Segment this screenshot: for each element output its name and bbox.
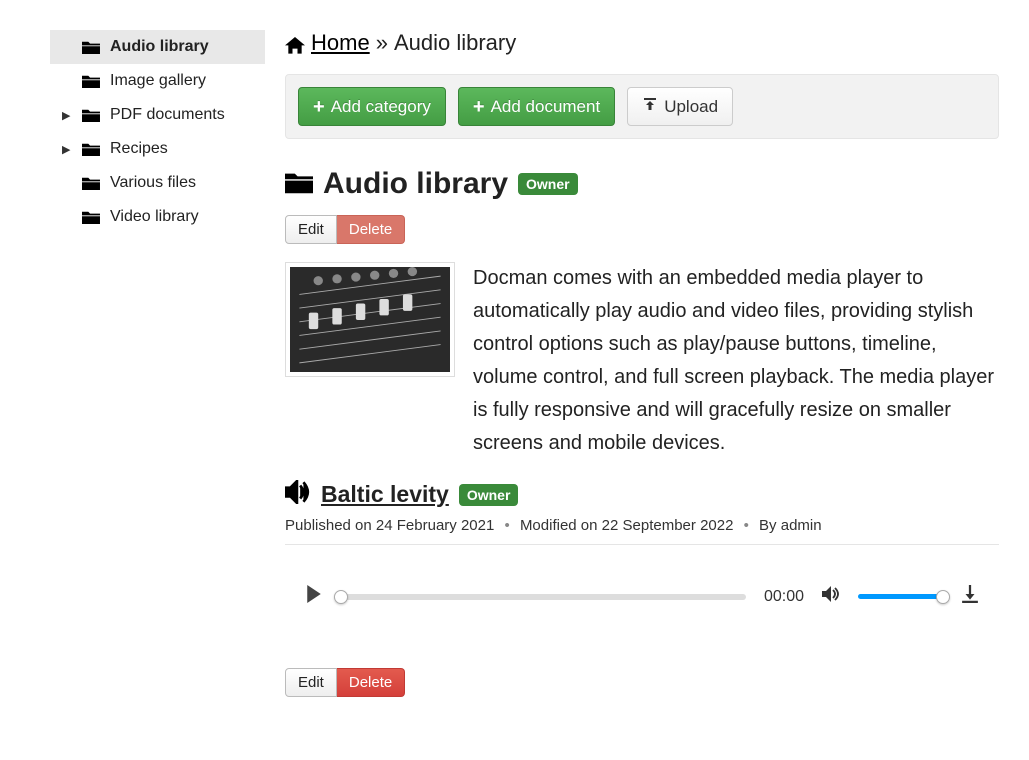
volume-icon[interactable] (822, 585, 840, 608)
meta-separator: • (744, 517, 749, 534)
folder-icon (82, 74, 100, 88)
add-document-button[interactable]: + Add document (458, 87, 615, 126)
sidebar-item-label: PDF documents (110, 106, 225, 124)
document-title-row: Baltic levity Owner (285, 480, 999, 509)
seek-thumb[interactable] (334, 590, 348, 604)
delete-document-button[interactable]: Delete (337, 668, 405, 697)
breadcrumb-separator: » (376, 30, 388, 56)
sidebar-item-label: Various files (110, 174, 196, 192)
document-title-link[interactable]: Baltic levity (321, 481, 449, 508)
home-icon (285, 34, 305, 52)
modified-label: Modified on (520, 517, 598, 534)
folder-icon (82, 108, 100, 122)
caret-icon[interactable]: ▶ (62, 109, 72, 122)
category-actions: Edit Delete (285, 215, 405, 244)
add-category-button[interactable]: + Add category (298, 87, 446, 126)
sidebar: ▶ Audio library ▶ Image gallery ▶ PDF do… (50, 30, 265, 715)
breadcrumb-home-link[interactable]: Home (311, 30, 370, 56)
caret-icon[interactable]: ▶ (62, 143, 72, 156)
folder-icon (285, 170, 313, 199)
folder-icon (82, 40, 100, 54)
folder-icon (82, 176, 100, 190)
page-title: Audio library (323, 167, 508, 201)
sidebar-item-image-gallery[interactable]: ▶ Image gallery (50, 64, 265, 98)
document-actions: Edit Delete (285, 668, 405, 697)
sidebar-item-audio-library[interactable]: ▶ Audio library (50, 30, 265, 64)
plus-icon: + (473, 97, 485, 117)
plus-icon: + (313, 97, 325, 117)
author: admin (781, 517, 822, 534)
breadcrumb-current: Audio library (394, 30, 516, 56)
modified-date: 22 September 2022 (602, 517, 734, 534)
owner-badge: Owner (518, 173, 578, 195)
seek-slider[interactable] (341, 594, 746, 600)
audio-player: 00:00 (285, 575, 999, 618)
category-description: Docman comes with an embedded media play… (473, 262, 999, 460)
sidebar-item-label: Video library (110, 208, 199, 226)
toolbar: + Add category + Add document Upload (285, 74, 999, 139)
delete-category-button[interactable]: Delete (337, 215, 405, 244)
volume-slider[interactable] (858, 594, 943, 599)
published-date: 24 February 2021 (376, 517, 494, 534)
main-content: Home » Audio library + Add category + Ad… (285, 30, 999, 715)
volume-thumb[interactable] (936, 590, 950, 604)
category-thumbnail (285, 262, 455, 377)
sidebar-item-label: Recipes (110, 140, 168, 158)
folder-icon (82, 142, 100, 156)
folder-icon (82, 210, 100, 224)
edit-document-button[interactable]: Edit (285, 668, 337, 697)
button-label: Add document (491, 97, 601, 117)
time-display: 00:00 (764, 588, 804, 606)
owner-badge: Owner (459, 484, 519, 506)
sidebar-item-various-files[interactable]: ▶ Various files (50, 166, 265, 200)
download-button[interactable] (961, 585, 979, 608)
play-button[interactable] (305, 585, 323, 608)
breadcrumb: Home » Audio library (285, 30, 999, 56)
speaker-icon (285, 480, 311, 509)
upload-button[interactable]: Upload (627, 87, 733, 126)
description-block: Docman comes with an embedded media play… (285, 262, 999, 460)
sidebar-item-video-library[interactable]: ▶ Video library (50, 200, 265, 234)
sidebar-item-pdf-documents[interactable]: ▶ PDF documents (50, 98, 265, 132)
upload-icon (642, 96, 658, 117)
page-title-row: Audio library Owner (285, 167, 999, 201)
edit-category-button[interactable]: Edit (285, 215, 337, 244)
sidebar-item-recipes[interactable]: ▶ Recipes (50, 132, 265, 166)
sidebar-item-label: Image gallery (110, 72, 206, 90)
button-label: Add category (331, 97, 431, 117)
meta-separator: • (505, 517, 510, 534)
sidebar-item-label: Audio library (110, 38, 209, 56)
document-meta: Published on 24 February 2021 • Modified… (285, 517, 999, 545)
by-label: By (759, 517, 777, 534)
button-label: Upload (664, 97, 718, 117)
published-label: Published on (285, 517, 372, 534)
